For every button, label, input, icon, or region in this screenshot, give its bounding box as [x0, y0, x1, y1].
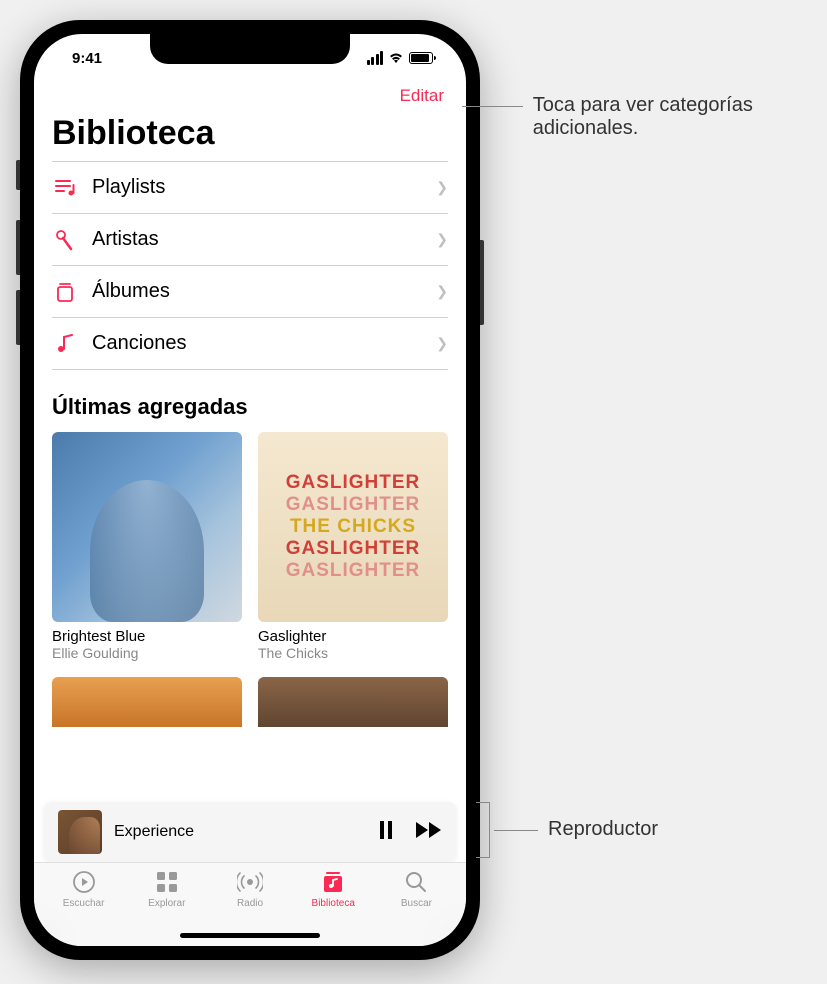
callout-text: Reproductor	[548, 818, 658, 841]
album-artist: Ellie Goulding	[52, 645, 242, 661]
album-artwork	[52, 432, 242, 622]
play-circle-icon	[72, 869, 96, 895]
album-grid: Brightest Blue Ellie Goulding GASLIGHTER…	[52, 432, 448, 727]
category-playlists[interactable]: Playlists ❯	[52, 162, 448, 214]
category-label: Canciones	[92, 332, 422, 355]
mute-switch	[16, 160, 20, 190]
category-label: Álbumes	[92, 280, 422, 303]
callout-layer: Toca para ver categorías adicionales. Re…	[480, 20, 820, 960]
grid-icon	[156, 869, 178, 895]
library-icon	[321, 869, 345, 895]
tab-label: Escuchar	[63, 898, 105, 909]
category-albums[interactable]: Álbumes ❯	[52, 266, 448, 318]
album-title: Brightest Blue	[52, 628, 242, 645]
tab-label: Biblioteca	[312, 898, 355, 909]
callout-text: Toca para ver categorías adicionales.	[533, 94, 820, 140]
album-artwork	[258, 677, 448, 727]
tab-search[interactable]: Buscar	[375, 869, 458, 946]
pause-button[interactable]	[378, 821, 394, 844]
album-item[interactable]	[258, 677, 448, 727]
screen: 9:41 Editar Biblioteca	[34, 34, 466, 946]
microphone-icon	[52, 229, 78, 251]
category-list: Playlists ❯ Artistas ❯ Álb	[52, 161, 448, 370]
now-playing-title: Experience	[114, 823, 366, 841]
status-time: 9:41	[62, 50, 102, 67]
chevron-right-icon: ❯	[436, 231, 448, 248]
recent-section-header: Últimas agregadas	[52, 370, 448, 432]
album-artwork: GASLIGHTER GASLIGHTER THE CHICKS GASLIGH…	[258, 432, 448, 622]
radio-icon	[237, 869, 263, 895]
edit-button[interactable]: Editar	[400, 86, 444, 106]
cellular-signal-icon	[367, 51, 384, 65]
category-songs[interactable]: Canciones ❯	[52, 318, 448, 370]
volume-down-button	[16, 290, 20, 345]
album-item[interactable]: GASLIGHTER GASLIGHTER THE CHICKS GASLIGH…	[258, 432, 448, 661]
album-title: Gaslighter	[258, 628, 448, 645]
album-artist: The Chicks	[258, 645, 448, 661]
note-icon	[52, 334, 78, 354]
home-indicator[interactable]	[180, 933, 320, 938]
tab-listen[interactable]: Escuchar	[42, 869, 125, 946]
search-icon	[405, 869, 427, 895]
tab-label: Buscar	[401, 898, 432, 909]
tab-label: Radio	[237, 898, 263, 909]
volume-up-button	[16, 220, 20, 275]
playlist-icon	[52, 179, 78, 197]
battery-icon	[409, 52, 433, 64]
category-label: Playlists	[92, 176, 422, 199]
category-artists[interactable]: Artistas ❯	[52, 214, 448, 266]
wifi-icon	[388, 52, 404, 64]
album-item[interactable]	[52, 677, 242, 727]
tab-label: Explorar	[148, 898, 185, 909]
callout-edit: Toca para ver categorías adicionales.	[462, 94, 820, 140]
notch	[150, 34, 350, 64]
now-playing-artwork	[58, 810, 102, 854]
album-artwork	[52, 677, 242, 727]
callout-player: Reproductor	[476, 818, 658, 858]
forward-button[interactable]	[416, 822, 442, 843]
status-icons	[367, 51, 439, 65]
now-playing-bar[interactable]: Experience	[44, 802, 456, 862]
category-label: Artistas	[92, 228, 422, 251]
page-title: Biblioteca	[52, 114, 448, 161]
phone-frame: 9:41 Editar Biblioteca	[20, 20, 480, 960]
chevron-right-icon: ❯	[436, 179, 448, 196]
album-icon	[52, 281, 78, 303]
chevron-right-icon: ❯	[436, 335, 448, 352]
album-item[interactable]: Brightest Blue Ellie Goulding	[52, 432, 242, 661]
chevron-right-icon: ❯	[436, 283, 448, 300]
